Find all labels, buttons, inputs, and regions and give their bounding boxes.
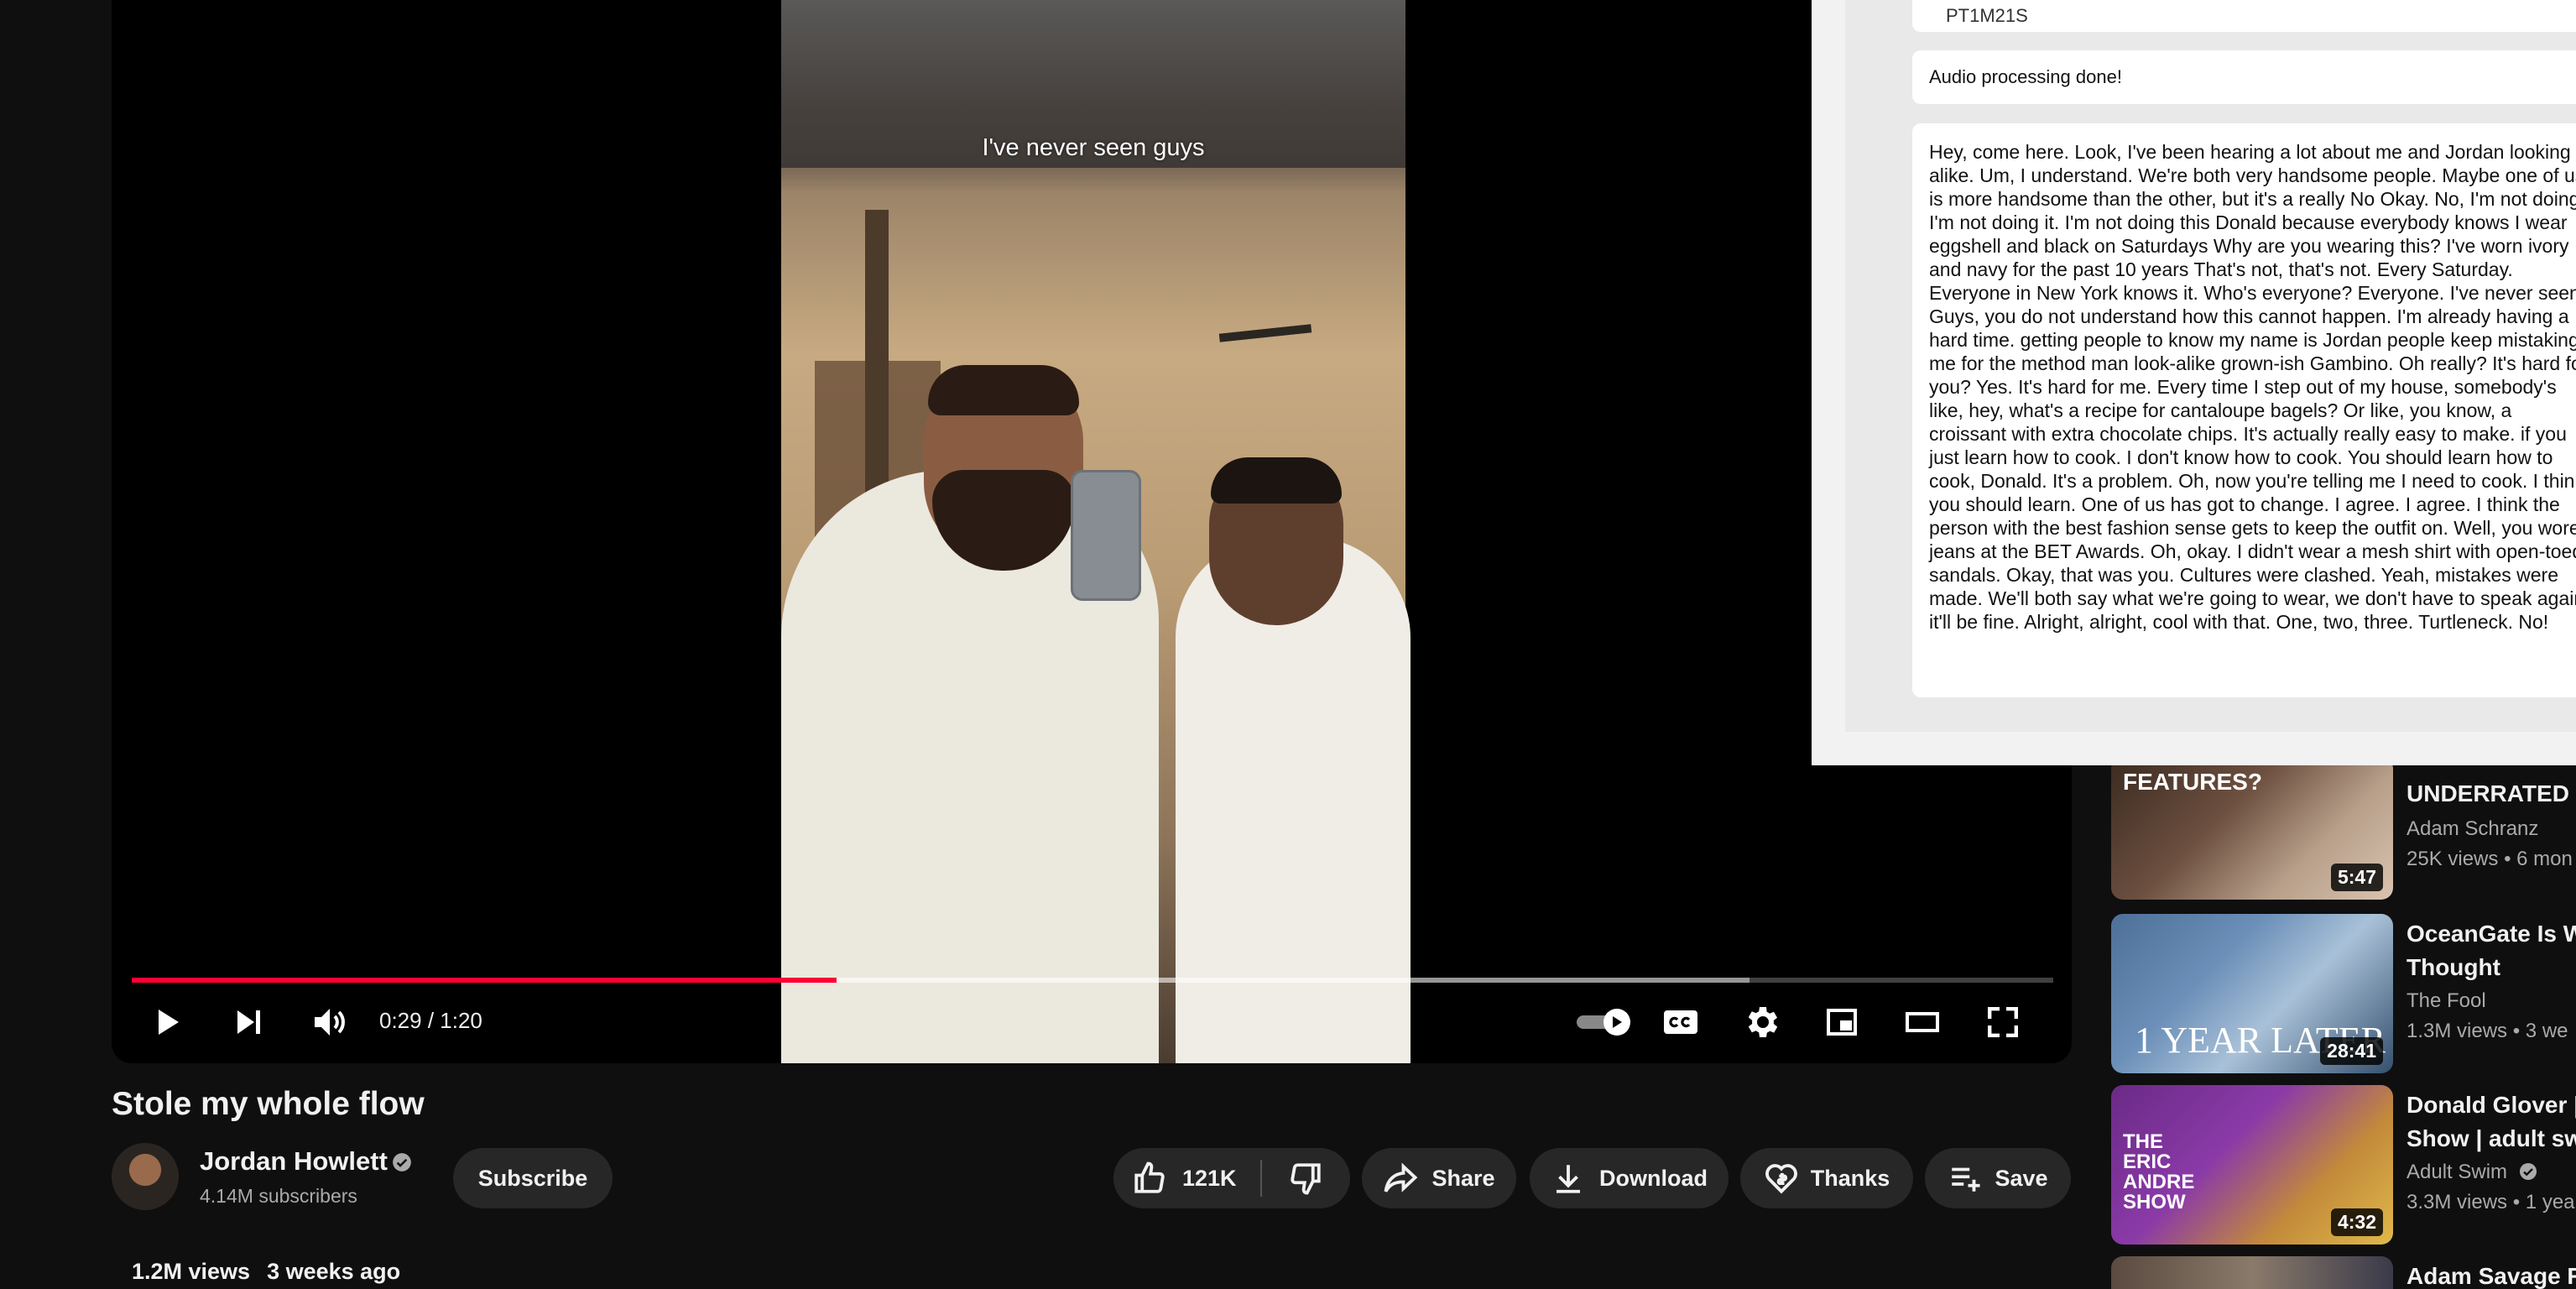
download-button[interactable]: Download xyxy=(1530,1148,1729,1208)
time-display: 0:29 / 1:20 xyxy=(379,1008,482,1033)
next-button[interactable] xyxy=(226,999,273,1046)
status-box: Audio processing done! xyxy=(1912,50,2576,104)
view-stats[interactable]: 1.2M views 3 weeks ago xyxy=(132,1259,417,1285)
captions-icon xyxy=(1664,1010,1697,1034)
thumbnail-text: FEATURES? xyxy=(2123,769,2262,795)
recommendation-channel[interactable]: Adult Swim xyxy=(2407,1161,2538,1184)
recommendation-meta: 3.3M views • 1 yea xyxy=(2407,1191,2575,1214)
video-phone xyxy=(1071,470,1141,601)
verified-badge-icon xyxy=(393,1153,411,1172)
fullscreen-icon xyxy=(1988,1007,2018,1037)
recommendation-thumbnail[interactable]: 1 YEAR LATER 28:41 xyxy=(2111,914,2393,1073)
video-frame[interactable]: I've never seen guys xyxy=(781,0,1411,1063)
recommendation-views: 3.3M views xyxy=(2407,1191,2508,1213)
recommendation-item[interactable]: Adam Savage Re xyxy=(2111,1256,2576,1289)
recommendation-meta: 1.3M views • 3 we xyxy=(2407,1020,2568,1043)
volume-button[interactable] xyxy=(306,999,353,1046)
transcript-text: Hey, come here. Look, I've been hearing … xyxy=(1929,141,2576,633)
recommendation-item[interactable]: 1 YEAR LATER 28:41 OceanGate Is W Though… xyxy=(2111,914,2576,1073)
theater-mode-button[interactable] xyxy=(1899,999,1946,1046)
recommendation-title-line-2: Thought xyxy=(2407,954,2500,980)
video-caption: I've never seen guys xyxy=(982,134,1205,161)
video-duration-badge: 4:32 xyxy=(2330,1208,2383,1236)
video-person-1-hair xyxy=(928,365,1079,415)
dislike-button[interactable] xyxy=(1262,1148,1350,1208)
meta-separator: • xyxy=(2512,1020,2526,1042)
miniplayer-button[interactable] xyxy=(1818,999,1865,1046)
verified-badge-icon xyxy=(2519,1163,2537,1180)
transcription-panel: PT1M21S Audio processing done! Hey, come… xyxy=(1812,0,2576,765)
recommendation-title-line-1: Adam Savage Re xyxy=(2407,1263,2576,1289)
thanks-heart-icon xyxy=(1765,1164,1797,1194)
recommendation-title-line-1: OceanGate Is W xyxy=(2407,921,2576,947)
view-count: 1.2M views xyxy=(132,1259,251,1284)
meta-separator: • xyxy=(2512,1191,2526,1213)
transcript-box[interactable]: Hey, come here. Look, I've been hearing … xyxy=(1912,123,2576,697)
download-icon xyxy=(1557,1165,1580,1193)
recommendation-thumbnail[interactable] xyxy=(2111,1256,2393,1289)
thumbnail-text: THE ERIC ANDRE SHOW xyxy=(2123,1130,2195,1213)
subscriber-count: 4.14M subscribers xyxy=(200,1185,357,1207)
thumbs-up-icon xyxy=(1134,1161,1165,1193)
play-button[interactable] xyxy=(143,999,190,1046)
recommendation-age: 6 mon xyxy=(2516,848,2573,870)
recommendation-thumbnail[interactable]: FEATURES? 5:47 xyxy=(2111,757,2393,900)
recommendation-views: 25K views xyxy=(2407,848,2499,870)
meta-separator: • xyxy=(2504,848,2517,870)
channel-name[interactable]: Jordan Howlett xyxy=(200,1146,388,1177)
download-label: Download xyxy=(1599,1165,1708,1191)
recommendation-channel-name: Adult Swim xyxy=(2407,1161,2508,1183)
recommendation-age: 1 yea xyxy=(2525,1191,2575,1213)
recommendation-title: UNDERRATED xyxy=(2407,780,2569,806)
autoplay-toggle-icon xyxy=(1577,1009,1630,1036)
channel-avatar[interactable] xyxy=(112,1143,179,1210)
progress-bar[interactable] xyxy=(132,978,2053,983)
settings-button[interactable] xyxy=(1738,999,1785,1046)
volume-icon xyxy=(315,1009,345,1036)
video-title: Stole my whole flow xyxy=(112,1086,425,1122)
video-duration-badge: 28:41 xyxy=(2320,1037,2383,1065)
upload-age: 3 weeks ago xyxy=(267,1259,401,1284)
thanks-button[interactable]: Thanks xyxy=(1740,1148,1913,1208)
recommendation-channel[interactable]: Adam Schranz xyxy=(2407,817,2538,841)
save-label: Save xyxy=(1995,1165,2048,1191)
autoplay-toggle[interactable] xyxy=(1575,1007,1635,1037)
recommendation-age: 3 we xyxy=(2525,1020,2568,1042)
theater-icon xyxy=(1906,1012,1939,1032)
like-dislike-group: 121K xyxy=(1113,1148,1350,1208)
recommendation-channel[interactable]: The Fool xyxy=(2407,989,2486,1013)
next-icon xyxy=(237,1010,260,1034)
panel-inner: PT1M21S Audio processing done! Hey, come… xyxy=(1845,0,2576,732)
progress-played xyxy=(132,978,837,983)
captions-button[interactable] xyxy=(1657,999,1704,1046)
like-button[interactable]: 121K xyxy=(1113,1148,1260,1208)
like-count: 121K xyxy=(1182,1165,1237,1191)
recommendation-meta: 25K views • 6 mon xyxy=(2407,848,2573,871)
thanks-label: Thanks xyxy=(1810,1165,1890,1191)
recommendation-title-line-2: Show | adult sw xyxy=(2407,1125,2576,1151)
play-icon xyxy=(159,1010,179,1035)
video-scene-shelf xyxy=(1218,324,1312,342)
recommendation-item[interactable]: THE ERIC ANDRE SHOW 4:32 Donald Glover |… xyxy=(2111,1085,2576,1245)
save-button[interactable]: Save xyxy=(1925,1148,2071,1208)
video-player[interactable]: I've never seen guys 0:29 / 1:20 xyxy=(112,0,2072,1063)
share-button[interactable]: Share xyxy=(1362,1148,1516,1208)
subscribe-button[interactable]: Subscribe xyxy=(453,1148,613,1208)
status-text: Audio processing done! xyxy=(1929,66,2122,87)
recommendation-views: 1.3M views xyxy=(2407,1020,2508,1042)
fullscreen-button[interactable] xyxy=(1979,999,2026,1046)
recommendation-item[interactable]: FEATURES? 5:47 UNDERRATED Adam Schranz 2… xyxy=(2111,757,2576,900)
thumbs-down-icon xyxy=(1291,1163,1322,1195)
video-duration-badge: 5:47 xyxy=(2330,864,2383,891)
video-person-2-hair xyxy=(1211,457,1342,504)
duration-text: PT1M21S xyxy=(1946,5,2028,26)
share-icon xyxy=(1384,1162,1418,1192)
add-to-playlist-icon xyxy=(1952,1167,1980,1192)
recommendation-thumbnail[interactable]: THE ERIC ANDRE SHOW 4:32 xyxy=(2111,1085,2393,1245)
gear-icon xyxy=(1748,1007,1778,1037)
share-label: Share xyxy=(1431,1165,1495,1191)
duration-box: PT1M21S xyxy=(1912,0,2576,32)
miniplayer-icon xyxy=(1827,1009,1857,1036)
recommendation-title-line-1: Donald Glover | T xyxy=(2407,1092,2576,1118)
